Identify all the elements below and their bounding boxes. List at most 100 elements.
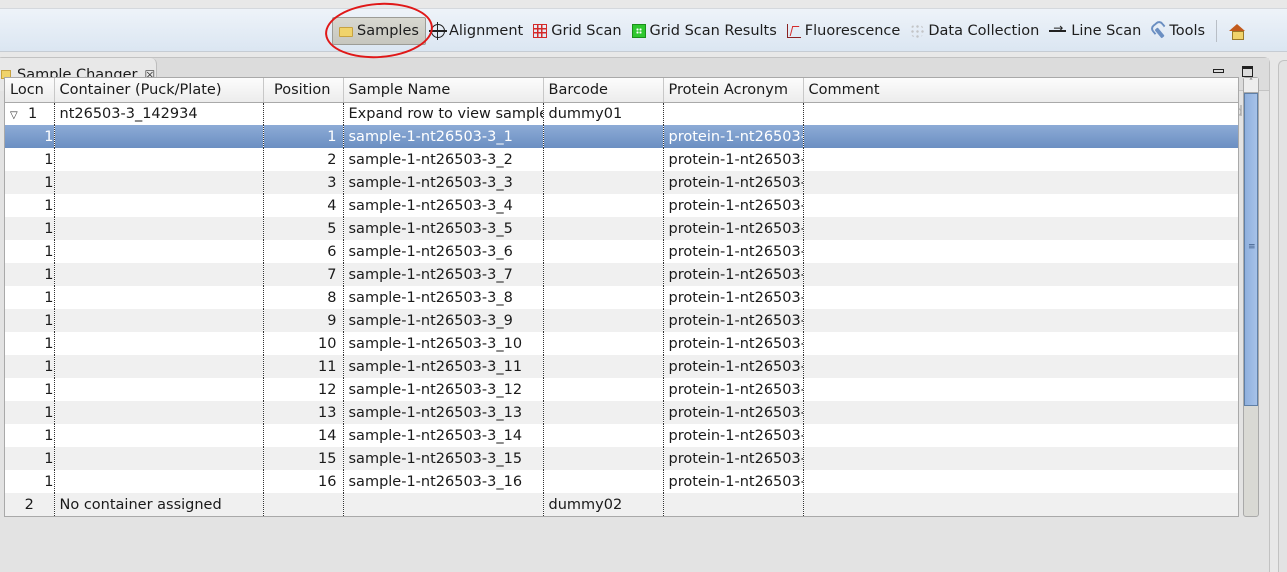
barcode-cell	[543, 355, 664, 378]
perspective-alignment-button[interactable]: Alignment	[426, 17, 528, 45]
column-header-protein-acronym[interactable]: Protein Acronym	[663, 78, 804, 103]
protein-acronym-cell: protein-1-nt26503-	[663, 217, 804, 240]
container-row[interactable]: 2 No container assigned dummy02	[5, 493, 1238, 516]
sample-name-cell: sample-1-nt26503-3_2	[343, 148, 544, 171]
grid-icon	[533, 24, 548, 38]
barcode-cell	[543, 424, 664, 447]
minimize-icon[interactable]	[1213, 69, 1224, 73]
position-cell: 11	[263, 355, 344, 378]
container-cell	[54, 401, 264, 424]
column-header-comment[interactable]: Comment	[803, 78, 1238, 103]
sample-row[interactable]: 1 3 sample-1-nt26503-3_3 protein-1-nt26503-	[5, 171, 1238, 194]
scrollbar-thumb[interactable]: ≡	[1244, 93, 1258, 406]
barcode-cell	[543, 470, 664, 493]
vertical-scrollbar[interactable]: ˄ ≡	[1243, 77, 1259, 517]
column-header-barcode[interactable]: Barcode	[543, 78, 664, 103]
application-window: Samples Alignment Grid Scan Grid Scan Re…	[0, 0, 1287, 572]
locn-cell: 1	[5, 240, 55, 263]
sample-row[interactable]: 1 5 sample-1-nt26503-3_5 protein-1-nt26503-	[5, 217, 1238, 240]
line-scan-icon	[1049, 21, 1067, 38]
perspective-grid-scan-button[interactable]: Grid Scan	[528, 17, 626, 45]
protein-acronym-cell	[663, 493, 804, 516]
sample-row[interactable]: 1 7 sample-1-nt26503-3_7 protein-1-nt26503-	[5, 263, 1238, 286]
barcode-cell	[543, 240, 664, 263]
position-cell: 8	[263, 286, 344, 309]
container-cell: No container assigned	[54, 493, 264, 516]
fluorescence-chart-icon	[786, 24, 801, 38]
position-cell: 7	[263, 263, 344, 286]
sample-row[interactable]: 1 15 sample-1-nt26503-3_15 protein-1-nt2650…	[5, 447, 1238, 470]
column-header-sample-name[interactable]: Sample Name	[343, 78, 544, 103]
position-cell: 10	[263, 332, 344, 355]
column-header-container[interactable]: Container (Puck/Plate)	[54, 78, 264, 103]
barcode-cell	[543, 309, 664, 332]
barcode-cell	[543, 217, 664, 240]
sample-table: Locn Container (Puck/Plate) Position Sam…	[4, 77, 1239, 517]
sample-row[interactable]: 1 8 sample-1-nt26503-3_8 protein-1-nt26503-	[5, 286, 1238, 309]
position-cell	[263, 102, 344, 125]
sample-name-cell: sample-1-nt26503-3_9	[343, 309, 544, 332]
comment-cell	[803, 171, 1238, 194]
sample-row[interactable]: 1 11 sample-1-nt26503-3_11 protein-1-nt2650…	[5, 355, 1238, 378]
protein-acronym-cell: protein-1-nt26503-	[663, 263, 804, 286]
column-header-locn[interactable]: Locn	[5, 78, 55, 103]
barcode-cell	[543, 194, 664, 217]
sample-row[interactable]: 1 10 sample-1-nt26503-3_10 protein-1-nt2650…	[5, 332, 1238, 355]
comment-cell	[803, 355, 1238, 378]
container-cell	[54, 240, 264, 263]
sample-name-cell	[343, 493, 544, 516]
sample-row[interactable]: 1 13 sample-1-nt26503-3_13 protein-1-nt2650…	[5, 401, 1238, 424]
scroll-grip-icon: ≡	[1248, 242, 1256, 252]
container-cell	[54, 424, 264, 447]
sample-row[interactable]: 1 1 sample-1-nt26503-3_1 protein-1-nt26503-	[5, 125, 1238, 148]
sample-row[interactable]: 1 14 sample-1-nt26503-3_14 protein-1-nt2650…	[5, 424, 1238, 447]
sample-row[interactable]: 1 6 sample-1-nt26503-3_6 protein-1-nt26503-	[5, 240, 1238, 263]
perspective-samples-button[interactable]: Samples	[332, 17, 426, 45]
locn-cell: 1	[5, 447, 55, 470]
comment-cell	[803, 240, 1238, 263]
position-cell: 12	[263, 378, 344, 401]
sample-row[interactable]: 1 12 sample-1-nt26503-3_12 protein-1-nt2650…	[5, 378, 1238, 401]
position-cell: 15	[263, 447, 344, 470]
sample-row[interactable]: 1 2 sample-1-nt26503-3_2 protein-1-nt26503-	[5, 148, 1238, 171]
barcode-cell	[543, 263, 664, 286]
container-cell	[54, 263, 264, 286]
locn-value: 2	[24, 496, 34, 513]
protein-acronym-cell: protein-1-nt26503-	[663, 125, 804, 148]
perspective-tools-button[interactable]: Tools	[1146, 17, 1210, 45]
protein-acronym-cell: protein-1-nt26503-	[663, 447, 804, 470]
locn-cell: 1	[5, 470, 55, 493]
perspective-label: Fluorescence	[804, 23, 901, 39]
maximize-icon[interactable]	[1242, 66, 1253, 77]
home-button[interactable]	[1225, 19, 1249, 43]
perspective-label: Data Collection	[928, 23, 1040, 39]
locn-cell: 1	[5, 424, 55, 447]
position-cell: 13	[263, 401, 344, 424]
locn-cell: 1	[5, 378, 55, 401]
container-row[interactable]: ▽ 1 nt26503-3_142934 Expand row to view sam…	[5, 102, 1238, 125]
sample-row[interactable]: 1 16 sample-1-nt26503-3_16 protein-1-nt2650…	[5, 470, 1238, 493]
scroll-up-icon[interactable]: ˄	[1244, 78, 1258, 93]
protein-acronym-cell: protein-1-nt26503-	[663, 286, 804, 309]
sample-name-cell: sample-1-nt26503-3_7	[343, 263, 544, 286]
container-cell	[54, 171, 264, 194]
perspective-data-collection-button[interactable]: Data Collection	[905, 17, 1044, 45]
protein-acronym-cell: protein-1-nt26503-	[663, 171, 804, 194]
expand-toggle-icon[interactable]: ▽	[10, 110, 20, 121]
perspective-line-scan-button[interactable]: Line Scan	[1044, 17, 1146, 45]
perspective-grid-scan-results-button[interactable]: Grid Scan Results	[627, 17, 782, 45]
sample-row[interactable]: 1 4 sample-1-nt26503-3_4 protein-1-nt26503-	[5, 194, 1238, 217]
data-collection-icon	[910, 24, 925, 38]
sample-name-cell: sample-1-nt26503-3_6	[343, 240, 544, 263]
comment-cell	[803, 470, 1238, 493]
perspective-fluorescence-button[interactable]: Fluorescence	[782, 17, 906, 45]
folder-icon	[339, 27, 353, 37]
sample-name-cell: sample-1-nt26503-3_11	[343, 355, 544, 378]
container-cell	[54, 355, 264, 378]
locn-cell: 2	[5, 493, 55, 516]
locn-cell: 1	[5, 148, 55, 171]
crosshair-icon	[428, 22, 447, 40]
sample-row[interactable]: 1 9 sample-1-nt26503-3_9 protein-1-nt26503-	[5, 309, 1238, 332]
column-header-position[interactable]: Position	[263, 78, 344, 103]
sample-name-cell: sample-1-nt26503-3_16	[343, 470, 544, 493]
